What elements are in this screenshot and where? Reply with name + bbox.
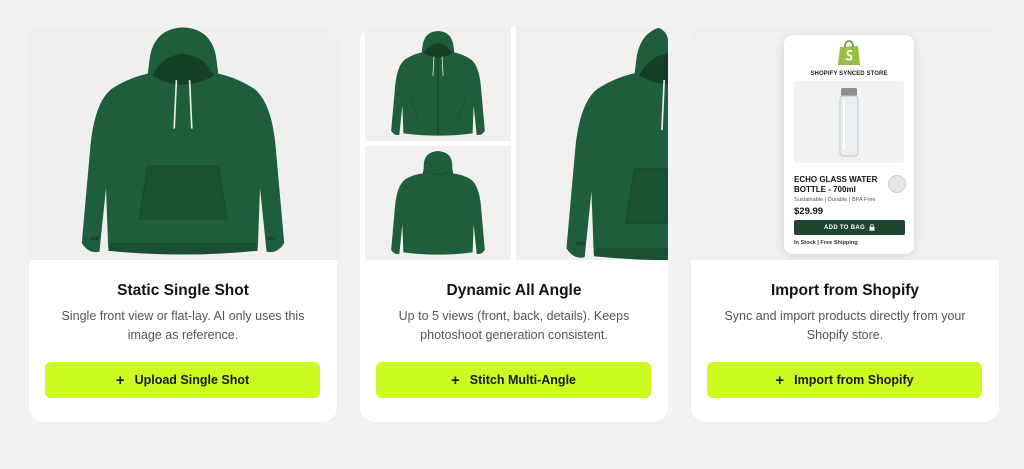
upload-single-shot-button[interactable]: + Upload Single Shot <box>45 362 320 398</box>
import-from-shopify-button[interactable]: + Import from Shopify <box>707 362 982 398</box>
button-label: Upload Single Shot <box>134 373 250 387</box>
hoodie-front-image <box>29 27 337 260</box>
product-price: $29.99 <box>794 206 824 217</box>
store-name: SHOPIFY SYNCED STORE <box>810 71 888 77</box>
hoodie-side-image <box>516 27 668 260</box>
card-description: Sync and import products directly from y… <box>724 309 966 342</box>
plus-icon: + <box>775 371 785 389</box>
shopify-preview-area: SHOPIFY SYNCED STORE ECHO GLASS WATER BO… <box>691 27 999 260</box>
multi-angle-gallery <box>360 27 668 260</box>
eco-badge-icon <box>888 175 906 193</box>
button-label: Stitch Multi-Angle <box>469 373 576 387</box>
card-description: Single front view or flat-lay. AI only u… <box>61 309 305 342</box>
card-title: Static Single Shot <box>117 282 249 299</box>
add-to-bag-button[interactable]: ADD TO BAG <box>794 220 905 235</box>
add-to-bag-label: ADD TO BAG <box>824 224 865 231</box>
stock-status: In Stock | Free Shipping <box>794 240 858 246</box>
product-tags: Sustainable | Durable | BPA Free <box>794 197 876 203</box>
card-title: Import from Shopify <box>770 282 920 299</box>
water-bottle-image <box>794 81 904 163</box>
shopify-bag-icon <box>838 40 860 65</box>
plus-icon: + <box>450 371 460 389</box>
hoodie-back-image <box>365 146 511 260</box>
card-description: Up to 5 views (front, back, details). Ke… <box>398 309 630 342</box>
card-dynamic-all-angle: Dynamic All Angle Up to 5 views (front, … <box>360 27 668 422</box>
card-title: Dynamic All Angle <box>446 282 582 299</box>
product-name: ECHO GLASS WATER BOTTLE - 700ml <box>794 175 878 194</box>
shopify-product-preview: SHOPIFY SYNCED STORE ECHO GLASS WATER BO… <box>784 35 914 254</box>
plus-icon: + <box>115 371 125 389</box>
lock-icon <box>869 224 875 231</box>
hoodie-front-zip-image <box>365 27 511 141</box>
button-label: Import from Shopify <box>794 373 914 387</box>
card-import-from-shopify: SHOPIFY SYNCED STORE ECHO GLASS WATER BO… <box>691 27 999 422</box>
stitch-multi-angle-button[interactable]: + Stitch Multi-Angle <box>376 362 651 398</box>
card-static-single-shot: Static Single Shot Single front view or … <box>29 27 337 422</box>
